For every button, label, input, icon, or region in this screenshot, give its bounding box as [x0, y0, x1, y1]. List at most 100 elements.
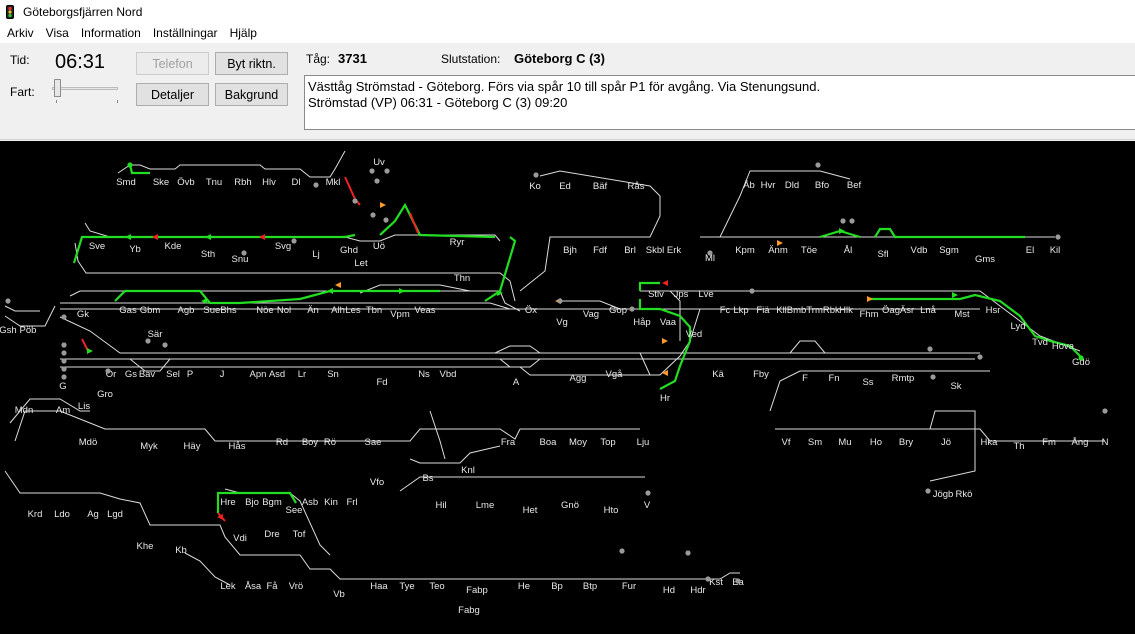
station-label[interactable]: Kin	[324, 497, 338, 508]
station-label[interactable]: Agb	[178, 305, 195, 316]
signal-marker[interactable]	[867, 296, 873, 302]
station-label[interactable]: Ghd	[340, 245, 358, 256]
station-label[interactable]: Sn	[327, 369, 339, 380]
station-label[interactable]: Ål	[844, 245, 852, 256]
station-label[interactable]: Fhm	[860, 309, 879, 320]
station-label[interactable]: Ske	[153, 177, 169, 188]
station-label[interactable]: Hova	[1052, 341, 1075, 352]
station-label[interactable]: Åsa	[245, 581, 262, 592]
station-label[interactable]: Sk	[950, 381, 961, 392]
station-label[interactable]: Krd	[28, 509, 43, 520]
station-label[interactable]: Lkp	[733, 305, 748, 316]
station-label[interactable]: Dl	[292, 177, 301, 188]
station-label[interactable]: Bp	[551, 581, 563, 592]
station-label[interactable]: Bef	[847, 180, 862, 191]
station-label[interactable]: Sae	[365, 437, 382, 448]
station-label[interactable]: Ed	[559, 181, 571, 192]
station-label[interactable]: Myk	[140, 441, 158, 452]
station-label[interactable]: Les	[345, 305, 361, 316]
station-label[interactable]: Fn	[828, 373, 839, 384]
station-label[interactable]: Vbd	[440, 369, 457, 380]
station-label[interactable]: Äsr	[900, 305, 914, 316]
station-label[interactable]: Kil	[1050, 245, 1061, 256]
station-label[interactable]: Kä	[712, 369, 724, 380]
station-label[interactable]: Fc	[720, 305, 731, 316]
station-label[interactable]: Asb	[302, 497, 318, 508]
station-label[interactable]: Hlk	[839, 305, 853, 316]
station-label[interactable]: Lr	[298, 369, 306, 380]
station-label[interactable]: Bfo	[815, 180, 829, 191]
station-label[interactable]: Mu	[838, 437, 851, 448]
station-label[interactable]: Alh	[331, 305, 345, 316]
station-label[interactable]: Vfo	[370, 477, 384, 488]
signal-marker[interactable]	[662, 338, 668, 344]
station-label[interactable]: Fra	[501, 437, 516, 448]
station-label[interactable]: Ldo	[54, 509, 70, 520]
station-label[interactable]: Gro	[97, 389, 113, 400]
station-label[interactable]: Ns	[418, 369, 430, 380]
station-label[interactable]: Bry	[899, 437, 914, 448]
menu-information[interactable]: Information	[75, 24, 147, 43]
station-label[interactable]: Vdb	[911, 245, 928, 256]
station-label[interactable]: Khe	[137, 541, 154, 552]
station-label[interactable]: Gk	[77, 309, 89, 320]
station-label[interactable]: Tbn	[366, 305, 382, 316]
station-label[interactable]: Rås	[628, 181, 645, 192]
station-label[interactable]: N	[1102, 437, 1109, 448]
station-label[interactable]: Let	[354, 258, 368, 269]
station-label[interactable]: G	[59, 381, 66, 392]
station-label[interactable]: Apn	[250, 369, 267, 380]
station-label[interactable]: Mdö	[79, 437, 97, 448]
station-label[interactable]: Bjh	[563, 245, 577, 256]
station-label[interactable]: Gsh	[0, 325, 17, 336]
byt-riktn-button[interactable]: Byt riktn.	[215, 52, 288, 75]
station-label[interactable]: Lve	[698, 289, 713, 300]
signal-marker[interactable]	[205, 234, 211, 240]
station-label[interactable]: Hdr	[690, 585, 705, 596]
station-label[interactable]: Erk	[667, 245, 682, 256]
station-label[interactable]: Dre	[264, 529, 279, 540]
menu-arkiv[interactable]: Arkiv	[0, 24, 40, 43]
station-label[interactable]: Gas	[119, 305, 137, 316]
speed-slider[interactable]	[52, 79, 120, 103]
station-label[interactable]: Hlv	[262, 177, 276, 188]
station-label[interactable]: Hre	[220, 497, 235, 508]
menu-installningar[interactable]: Inställningar	[147, 24, 224, 43]
station-label[interactable]: Sth	[201, 249, 215, 260]
station-label[interactable]: Asd	[269, 369, 285, 380]
station-label[interactable]: Sär	[148, 329, 163, 340]
station-label[interactable]: Stlv	[648, 289, 664, 300]
signal-marker[interactable]	[259, 234, 265, 240]
station-label[interactable]: Skbl	[646, 245, 664, 256]
station-label[interactable]: Vaa	[660, 317, 677, 328]
station-label[interactable]: Nol	[277, 305, 291, 316]
station-label[interactable]: Vdi	[233, 533, 247, 544]
station-label[interactable]: Töe	[801, 245, 817, 256]
station-label[interactable]: Lj	[312, 249, 319, 260]
signal-marker[interactable]	[327, 288, 333, 294]
station-label[interactable]: Lme	[476, 500, 494, 511]
station-label[interactable]: Ved	[686, 329, 702, 340]
station-label[interactable]: F	[802, 373, 808, 384]
station-label[interactable]: Än	[307, 305, 319, 316]
station-label[interactable]: J	[220, 369, 225, 380]
station-label[interactable]: P	[187, 369, 193, 380]
station-label[interactable]: Ss	[862, 377, 873, 388]
station-label[interactable]: KllBmbTrmRbk	[776, 305, 840, 316]
station-label[interactable]: Boy	[302, 437, 319, 448]
station-label[interactable]: Änm	[768, 245, 788, 256]
station-label[interactable]: El	[1026, 245, 1034, 256]
station-label[interactable]: V	[644, 500, 651, 511]
station-label[interactable]: Fm	[1042, 437, 1056, 448]
station-label[interactable]: Tnu	[206, 177, 222, 188]
station-label[interactable]: Smd	[116, 177, 136, 188]
station-label[interactable]: Bjo	[245, 497, 259, 508]
station-label[interactable]: Rkö	[956, 489, 973, 500]
station-label[interactable]: Tvd	[1032, 337, 1048, 348]
station-label[interactable]: Bäv	[139, 369, 156, 380]
station-label[interactable]: Thn	[454, 273, 470, 284]
station-label[interactable]: Häy	[184, 441, 201, 452]
signal-marker[interactable]	[399, 288, 405, 294]
station-label[interactable]: Hil	[435, 500, 446, 511]
station-label[interactable]: Ryr	[450, 237, 465, 248]
